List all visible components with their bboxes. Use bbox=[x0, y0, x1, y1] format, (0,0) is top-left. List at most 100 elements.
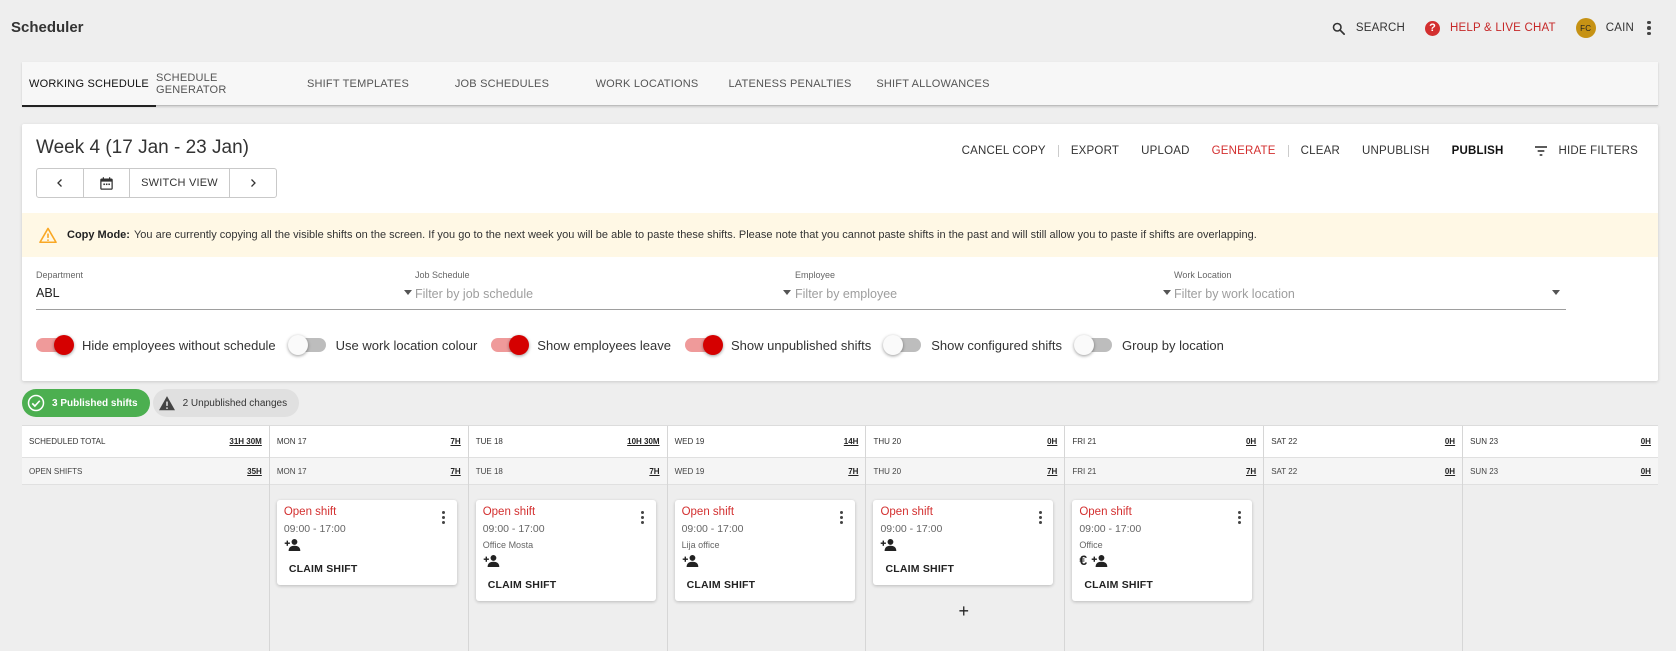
hours-link[interactable]: 35H bbox=[247, 467, 262, 476]
cancel-copy-button[interactable]: CANCEL COPY bbox=[962, 145, 1046, 157]
department-filter[interactable]: Department ABL bbox=[36, 270, 418, 310]
hours-link[interactable]: 7H bbox=[450, 437, 460, 446]
hours-link[interactable]: 0H bbox=[1641, 437, 1651, 446]
claim-shift-button[interactable]: CLAIM SHIFT bbox=[687, 579, 756, 591]
person-add-icon bbox=[682, 554, 698, 567]
scheduled-total-header: SCHEDULED TOTAL 31H 30M bbox=[22, 426, 269, 458]
toggle-label: Use work location colour bbox=[335, 337, 478, 353]
hours-link[interactable]: 7H bbox=[1047, 467, 1057, 476]
publish-button[interactable]: PUBLISH bbox=[1452, 145, 1504, 157]
open-shift-card[interactable]: Open shift 09:00 - 17:00 Office € CLAIM … bbox=[1072, 500, 1253, 601]
next-week-button[interactable] bbox=[230, 169, 276, 197]
more-options-icon[interactable] bbox=[1235, 511, 1243, 524]
schedule-grid: SCHEDULED TOTAL 31H 30M OPEN SHIFTS 35H … bbox=[22, 425, 1658, 651]
tab-lateness-penalties[interactable]: LATENESS PENALTIES bbox=[716, 62, 864, 106]
day-title: FRI 21 bbox=[1072, 466, 1097, 476]
day-title: SAT 22 bbox=[1271, 437, 1298, 446]
unpublish-button[interactable]: UNPUBLISH bbox=[1362, 145, 1430, 157]
open-shift-card[interactable]: Open shift 09:00 - 17:00 CLAIM SHIFT bbox=[276, 500, 457, 585]
schedule-panel: Week 4 (17 Jan - 23 Jan) SWITCH VIEW CAN… bbox=[22, 124, 1658, 381]
divider bbox=[1057, 145, 1059, 157]
user-menu[interactable]: FC CAIN bbox=[1575, 18, 1634, 38]
hours-link[interactable]: 7H bbox=[1246, 467, 1256, 476]
hours-link[interactable]: 7H bbox=[450, 467, 460, 476]
toggle-show-configured-shifts[interactable]: Show configured shifts bbox=[883, 335, 1062, 355]
tab-job-schedules[interactable]: JOB SCHEDULES bbox=[426, 62, 578, 106]
unpublished-changes-label: 2 Unpublished changes bbox=[182, 397, 288, 409]
day-title: THU 20 bbox=[873, 466, 902, 476]
job-schedule-filter-label: Job Schedule bbox=[415, 270, 470, 280]
shift-location: Lija office bbox=[681, 540, 720, 550]
tab-work-locations[interactable]: WORK LOCATIONS bbox=[578, 62, 716, 106]
unpublished-changes-chip[interactable]: 2 Unpublished changes bbox=[152, 389, 300, 417]
more-options-icon[interactable] bbox=[1642, 20, 1656, 36]
shift-time: 09:00 - 17:00 bbox=[681, 523, 744, 535]
hours-link[interactable]: 0H bbox=[1047, 437, 1057, 446]
open-shifts-day-header: FRI 21 7H bbox=[1065, 458, 1264, 485]
day-column-thu: THU 20 0H THU 20 7H Open shift 09:00 - 1… bbox=[866, 426, 1066, 651]
more-options-icon[interactable] bbox=[1036, 511, 1044, 524]
upload-button[interactable]: UPLOAD bbox=[1141, 145, 1190, 157]
export-button[interactable]: EXPORT bbox=[1071, 145, 1119, 157]
hours-link[interactable]: 10H 30M bbox=[627, 437, 659, 446]
hours-link[interactable]: 0H bbox=[1445, 437, 1455, 446]
toggle-show-unpublished-shifts[interactable]: Show unpublished shifts bbox=[685, 335, 872, 355]
employee-filter[interactable]: Employee Filter by employee bbox=[795, 270, 1177, 310]
hours-link[interactable]: 0H bbox=[1641, 467, 1651, 476]
hours-link[interactable]: 14H bbox=[844, 437, 859, 446]
calendar-button[interactable] bbox=[84, 169, 130, 197]
toggle-show-employees-leave[interactable]: Show employees leave bbox=[491, 335, 671, 355]
dropdown-arrow-icon bbox=[1163, 290, 1171, 295]
day-header: WED 19 14H bbox=[667, 426, 866, 458]
hours-link[interactable]: 0H bbox=[1445, 467, 1455, 476]
search-button[interactable]: SEARCH bbox=[1331, 21, 1405, 36]
more-options-icon[interactable] bbox=[639, 511, 647, 524]
add-shift-button[interactable]: + bbox=[958, 601, 969, 622]
warning-icon bbox=[157, 393, 177, 413]
switch-view-button[interactable]: SWITCH VIEW bbox=[130, 169, 230, 197]
day-header: MON 17 7H bbox=[269, 426, 468, 458]
day-column-mon: MON 17 7H MON 17 7H Open shift 09:00 - 1… bbox=[269, 426, 469, 651]
previous-week-button[interactable] bbox=[37, 169, 84, 197]
day-column-tue: TUE 18 10H 30M TUE 18 7H Open shift 09:0… bbox=[468, 426, 668, 651]
tab-shift-templates[interactable]: SHIFT TEMPLATES bbox=[290, 62, 426, 106]
more-options-icon[interactable] bbox=[838, 511, 846, 524]
claim-shift-button[interactable]: CLAIM SHIFT bbox=[488, 579, 557, 591]
toggle-switch bbox=[685, 335, 723, 355]
tab-shift-allowances[interactable]: SHIFT ALLOWANCES bbox=[864, 62, 1002, 106]
hide-filters-button[interactable]: HIDE FILTERS bbox=[1533, 144, 1638, 158]
shift-icons: € bbox=[1079, 553, 1108, 567]
day-title: FRI 21 bbox=[1072, 437, 1097, 446]
toggle-group-by-location[interactable]: Group by location bbox=[1074, 335, 1224, 355]
published-shifts-chip[interactable]: 3 Published shifts bbox=[22, 389, 150, 417]
dropdown-arrow-icon bbox=[783, 290, 791, 295]
tab-schedule-generator[interactable]: SCHEDULE GENERATOR bbox=[156, 62, 290, 106]
hours-link[interactable]: 7H bbox=[649, 467, 659, 476]
shift-icons bbox=[682, 554, 699, 567]
toggle-hide-employees-without-schedule[interactable]: Hide employees without schedule bbox=[36, 335, 276, 355]
schedule-actions: CANCEL COPY EXPORT UPLOAD GENERATE CLEAR… bbox=[962, 144, 1638, 158]
person-add-icon bbox=[483, 554, 500, 567]
more-options-icon[interactable] bbox=[440, 511, 448, 524]
help-live-chat-button[interactable]: ? HELP & LIVE CHAT bbox=[1425, 20, 1556, 36]
tab-working-schedule[interactable]: WORKING SCHEDULE bbox=[22, 62, 156, 107]
hours-link[interactable]: 0H bbox=[1246, 437, 1256, 446]
generate-button[interactable]: GENERATE bbox=[1212, 145, 1276, 157]
work-location-filter[interactable]: Work Location Filter by work location bbox=[1174, 270, 1566, 310]
tab-bar: WORKING SCHEDULE SCHEDULE GENERATOR SHIF… bbox=[22, 62, 1658, 107]
open-shift-card[interactable]: Open shift 09:00 - 17:00 Office Mosta CL… bbox=[475, 500, 656, 601]
open-shift-card[interactable]: Open shift 09:00 - 17:00 CLAIM SHIFT bbox=[873, 500, 1054, 585]
hours-link[interactable]: 7H bbox=[848, 467, 858, 476]
totals-column: SCHEDULED TOTAL 31H 30M OPEN SHIFTS 35H bbox=[22, 426, 270, 651]
open-shift-card[interactable]: Open shift 09:00 - 17:00 Lija office CLA… bbox=[674, 500, 855, 601]
claim-shift-button[interactable]: CLAIM SHIFT bbox=[289, 563, 358, 575]
job-schedule-filter[interactable]: Job Schedule Filter by job schedule bbox=[415, 270, 797, 310]
toggle-use-work-location-colour[interactable]: Use work location colour bbox=[287, 335, 478, 355]
claim-shift-button[interactable]: CLAIM SHIFT bbox=[1084, 579, 1153, 591]
claim-shift-button[interactable]: CLAIM SHIFT bbox=[885, 563, 954, 575]
person-add-icon bbox=[1091, 554, 1108, 567]
clear-button[interactable]: CLEAR bbox=[1301, 145, 1340, 157]
hours-link[interactable]: 31H 30M bbox=[229, 437, 261, 446]
hide-filters-label: HIDE FILTERS bbox=[1558, 145, 1638, 157]
toggle-label: Show unpublished shifts bbox=[731, 337, 872, 353]
